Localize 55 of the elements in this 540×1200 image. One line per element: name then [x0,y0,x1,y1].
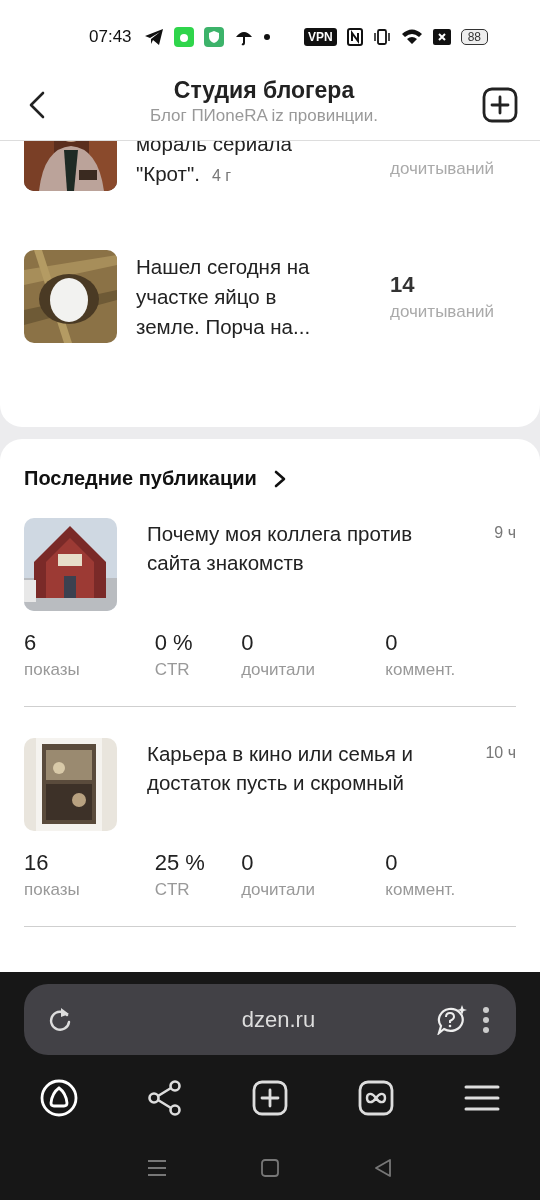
close-icon [432,29,451,45]
wifi-icon [400,28,423,46]
stat-label: показы [24,880,81,900]
shield-icon [203,27,224,47]
read-label: дочитываний [390,159,495,179]
chevron-icon [272,469,287,488]
add-tab-icon[interactable] [252,1080,288,1116]
more-icon[interactable] [482,1005,490,1034]
post-title[interactable]: Почему моя коллега против сайта знакомств [147,519,465,577]
stat-value: 25 % [154,850,206,876]
recents-icon[interactable] [146,1159,167,1177]
menu-icon[interactable] [464,1084,500,1112]
stat-label: дочитали [241,660,316,680]
stat-value: 0 % [154,630,194,656]
stat-label: коммент. [385,880,457,900]
stat-label: показы [24,660,81,680]
post-time: 10 ч [484,744,516,762]
stat-label: коммент. [385,660,457,680]
reload-icon[interactable] [47,1005,73,1034]
chat-sparkle-icon[interactable] [434,1004,468,1035]
stat-value: 0 [385,630,399,656]
read-count: 14 [390,271,416,298]
nfc-icon [346,28,363,46]
app-icon [173,27,194,47]
post-title[interactable]: Нашел сегодня на участке яйцо в земле. Порча на... [136,251,366,342]
stat-value: 6 [24,630,38,656]
back-button[interactable] [28,91,46,119]
read-label: дочитываний [390,301,495,322]
battery-indicator: 88 [460,29,488,45]
home-icon[interactable] [260,1158,280,1178]
stat-label: дочитали [241,880,316,900]
url-text: dzen.ru [240,1006,317,1033]
share-icon[interactable] [148,1080,182,1116]
stat-label: CTR [154,880,191,900]
post-title[interactable]: Карьера в кино или семья и достаток пусть и скромный [147,739,465,797]
dot-icon [263,34,270,40]
blog-name: Блог ПИoneRA iz провинции. [148,105,380,126]
status-time: 07:43 [89,27,132,47]
tabs-icon[interactable] [358,1080,394,1116]
address-bar[interactable]: dzen.ru [24,984,516,1055]
post-age: 4 г [211,167,232,184]
vpn-badge: VPN [303,28,337,46]
stat-label: CTR [154,660,191,680]
page-title: Студия блогера [172,76,356,104]
add-button[interactable] [482,87,518,123]
stat-value: 0 [241,850,255,876]
stat-value: 0 [385,850,399,876]
post-time: 9 ч [493,524,516,542]
alice-icon[interactable] [40,1079,78,1117]
stat-value: 16 [24,850,50,876]
section-link[interactable]: Последние публикации [24,467,287,490]
stat-value: 0 [241,630,255,656]
vibrate-icon [372,28,391,46]
back-icon[interactable] [373,1158,394,1178]
telegram-icon [143,28,164,46]
